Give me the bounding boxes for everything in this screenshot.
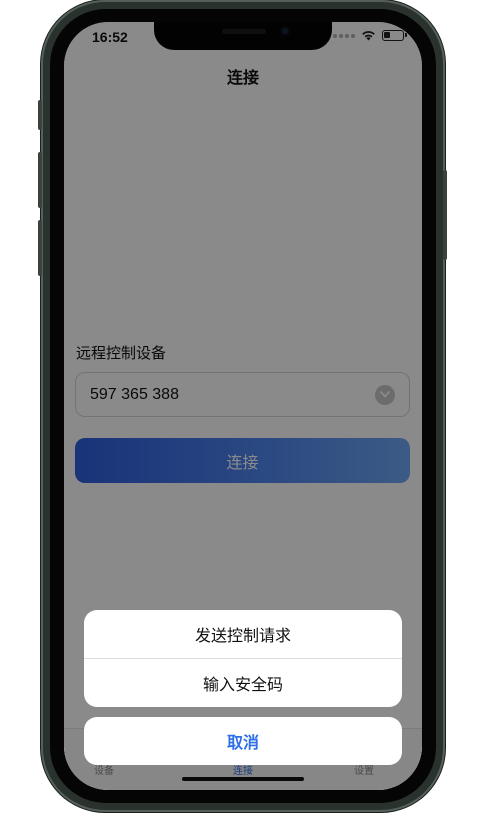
volume-up-button (38, 152, 42, 208)
enter-security-code-button[interactable]: 输入安全码 (84, 659, 402, 707)
power-button (443, 170, 447, 260)
silent-switch (38, 100, 42, 130)
volume-down-button (38, 220, 42, 276)
phone-screen: 16:52 连接 远程控制设备 597 365 388 连接 设备 连接 设置 … (64, 22, 422, 790)
send-control-request-button[interactable]: 发送控制请求 (84, 610, 402, 658)
cancel-button[interactable]: 取消 (84, 717, 402, 765)
action-sheet: 发送控制请求 输入安全码 (84, 610, 402, 707)
